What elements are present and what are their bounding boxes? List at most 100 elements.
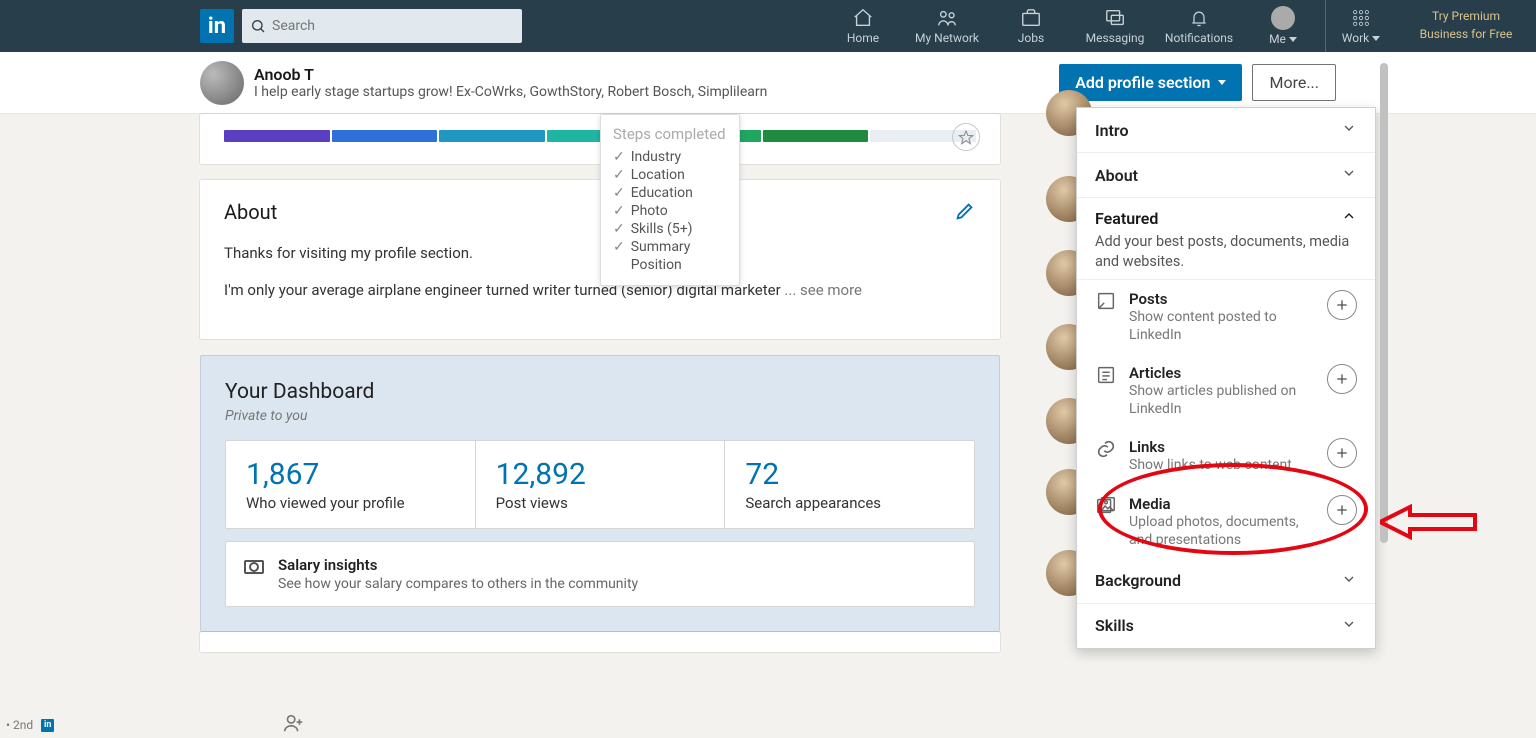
profile-tagline: I help early stage startups grow! Ex-CoW… — [254, 84, 767, 100]
nav-work[interactable]: Work — [1326, 0, 1396, 52]
connect-icon[interactable] — [282, 712, 304, 738]
add-links-button[interactable] — [1327, 438, 1357, 468]
linkedin-mini-icon: in — [41, 719, 54, 732]
edit-about-icon[interactable] — [954, 200, 976, 226]
step-item: ✓Summary — [613, 239, 727, 255]
strength-star-icon[interactable] — [952, 123, 980, 151]
panel-background-label: Background — [1095, 571, 1181, 590]
stat-value: 72 — [745, 457, 954, 492]
scrollbar-thumb[interactable] — [1380, 63, 1388, 543]
stat-label: Post views — [496, 494, 705, 512]
step-item: ✓ Education — [613, 185, 727, 201]
messaging-icon — [1104, 7, 1126, 29]
dashboard-stat[interactable]: 1,867Who viewed your profile — [226, 441, 476, 528]
nav-me-label: Me — [1269, 32, 1297, 46]
posts-icon — [1095, 290, 1117, 312]
featured-item-links: LinksShow links to web content — [1077, 428, 1375, 484]
featured-item-title: Posts — [1129, 290, 1315, 308]
featured-item-posts: PostsShow content posted to LinkedIn — [1077, 280, 1375, 354]
dashboard-stats: 1,867Who viewed your profile 12,892 Post v… — [225, 440, 975, 529]
panel-row-intro[interactable]: Intro — [1077, 108, 1375, 153]
step-item: ✓Skills (5+) — [613, 221, 727, 237]
panel-featured-label: Featured — [1095, 209, 1158, 228]
panel-featured-desc: Add your best posts, documents, media an… — [1095, 232, 1357, 273]
check-icon: ✓ — [613, 239, 625, 255]
stat-value: 1,867 — [246, 457, 455, 492]
apps-icon — [1351, 7, 1371, 29]
connection-degree-row: • 2nd in — [6, 712, 304, 738]
panel-row-about[interactable]: About — [1077, 153, 1375, 198]
strength-segment — [332, 130, 438, 142]
nav-work-label: Work — [1342, 31, 1380, 45]
add-articles-button[interactable] — [1327, 364, 1357, 394]
page-content: Steps completed ✓Industry✓Location✓Educa… — [0, 114, 1536, 668]
profile-avatar[interactable] — [200, 61, 244, 105]
check-icon: ✓ — [613, 221, 625, 237]
panel-about-label: About — [1095, 166, 1138, 185]
dashboard-stat[interactable]: 72 Search appearances — [725, 441, 974, 528]
dashboard-sub: Private to you — [225, 408, 975, 424]
see-more-link[interactable]: ... see more — [784, 281, 862, 299]
step-label: Education — [631, 185, 693, 201]
panel-row-skills[interactable]: Skills — [1077, 604, 1375, 648]
salary-insights[interactable]: Salary insights See how your salary comp… — [225, 541, 975, 607]
featured-item-desc: Show links to web content — [1129, 456, 1315, 474]
nav-home-label: Home — [847, 31, 879, 45]
steps-title: Steps completed — [613, 125, 727, 143]
check-icon: ✓ — [613, 185, 625, 201]
search-input[interactable] — [272, 18, 514, 34]
check-icon: ✓ — [613, 167, 625, 183]
nav-notifications[interactable]: Notifications — [1157, 0, 1241, 52]
step-item: ✓ Location — [613, 167, 727, 183]
media-icon — [1095, 495, 1117, 517]
avatar-icon — [1271, 6, 1295, 30]
profile-name: Anoob T — [254, 65, 767, 84]
panel-row-featured[interactable]: Featured Add your best posts, documents,… — [1077, 198, 1375, 280]
next-card-peek — [200, 632, 1000, 652]
search-icon — [250, 18, 266, 34]
dashboard-stat[interactable]: 12,892 Post views — [476, 441, 726, 528]
panel-row-background[interactable]: Background — [1077, 559, 1375, 604]
add-media-button[interactable] — [1327, 495, 1357, 525]
featured-item-title: Articles — [1129, 364, 1315, 382]
more-button[interactable]: More... — [1252, 64, 1336, 101]
nav-premium[interactable]: Try Premium Business for Free — [1396, 0, 1536, 52]
connection-degree: • 2nd — [6, 718, 33, 732]
profile-sub-header: Anoob T I help early stage startups grow… — [0, 52, 1536, 114]
featured-item-desc: Show content posted to LinkedIn — [1129, 308, 1315, 344]
nav-messaging[interactable]: Messaging — [1073, 0, 1157, 52]
nav-notifications-label: Notifications — [1165, 31, 1233, 45]
salary-title: Salary insights — [278, 556, 638, 574]
linkedin-logo[interactable]: in — [200, 9, 234, 43]
stat-label: Search appearances — [745, 494, 954, 512]
step-label: Position — [631, 257, 682, 273]
featured-item-articles: ArticlesShow articles published on Linke… — [1077, 354, 1375, 428]
panel-skills-label: Skills — [1095, 616, 1134, 635]
step-label: Location — [631, 167, 685, 183]
nav-network[interactable]: My Network — [905, 0, 989, 52]
dashboard-card: Your Dashboard Private to you 1,867Who v… — [200, 355, 1000, 632]
chevron-down-icon — [1341, 616, 1357, 636]
links-icon — [1095, 438, 1117, 460]
chevron-down-icon — [1341, 165, 1357, 185]
step-item: ✓Photo — [613, 203, 727, 219]
add-posts-button[interactable] — [1327, 290, 1357, 320]
add-section-panel: Intro About Featured Add your best posts… — [1076, 107, 1376, 649]
nav-me[interactable]: Me — [1241, 0, 1325, 52]
strength-segment — [439, 130, 545, 142]
bell-icon — [1189, 7, 1209, 29]
money-icon — [244, 560, 264, 574]
premium-line1: Try Premium — [1432, 9, 1500, 25]
featured-item-title: Media — [1129, 495, 1315, 513]
briefcase-icon — [1020, 7, 1042, 29]
stat-value: 12,892 — [496, 457, 705, 492]
nav-home[interactable]: Home — [821, 0, 905, 52]
nav-jobs[interactable]: Jobs — [989, 0, 1073, 52]
nav-network-label: My Network — [915, 31, 979, 45]
steps-completed-tooltip: Steps completed ✓Industry✓Location✓Educa… — [600, 114, 740, 286]
chevron-up-icon — [1341, 208, 1357, 228]
nav-jobs-label: Jobs — [1018, 31, 1044, 45]
search-input-wrap[interactable] — [242, 9, 522, 43]
chevron-down-icon — [1341, 120, 1357, 140]
nav-messaging-label: Messaging — [1086, 31, 1145, 45]
